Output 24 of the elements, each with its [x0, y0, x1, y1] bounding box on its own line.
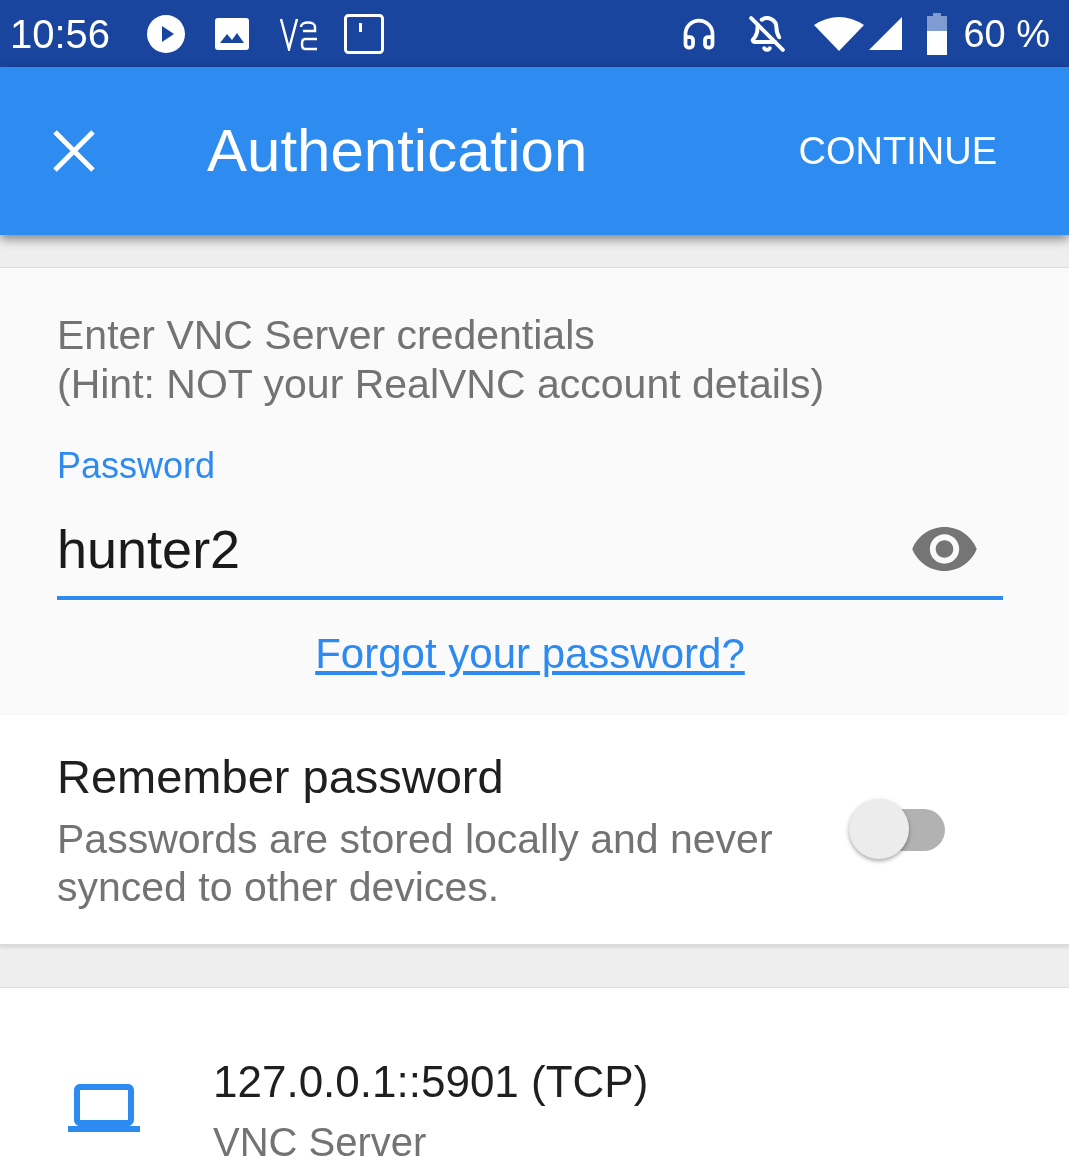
remember-switch[interactable]: [849, 798, 945, 861]
remember-description: Passwords are stored locally and never synced to other devices.: [57, 814, 774, 911]
remember-title: Remember password: [57, 748, 505, 805]
server-address: 127.0.0.1::5901 (TCP): [213, 1056, 649, 1108]
server-name: VNC Server: [213, 1119, 428, 1166]
play-circle-icon: [147, 14, 186, 53]
password-label: Password: [57, 444, 217, 488]
status-time: 10:56: [10, 13, 111, 54]
password-input[interactable]: hunter2: [57, 508, 912, 590]
app-bar-title: Authentication: [207, 121, 588, 181]
show-password-button[interactable]: [912, 527, 977, 571]
image-icon: [215, 17, 250, 50]
logo-icon: [279, 16, 320, 51]
wifi-icon: [814, 16, 865, 51]
close-icon: [53, 130, 95, 172]
instructions-text: Enter VNC Server credentials (Hint: NOT your RealVNC account details): [57, 311, 826, 409]
password-field[interactable]: Password hunter2: [57, 444, 1003, 600]
laptop-icon: [68, 1084, 140, 1132]
battery-percent: 60 %: [963, 14, 1050, 53]
eye-icon: [912, 527, 977, 571]
battery-icon: [927, 12, 948, 55]
signal-icon: [869, 17, 903, 50]
bell-off-icon: [748, 14, 787, 53]
close-button[interactable]: [53, 130, 95, 172]
